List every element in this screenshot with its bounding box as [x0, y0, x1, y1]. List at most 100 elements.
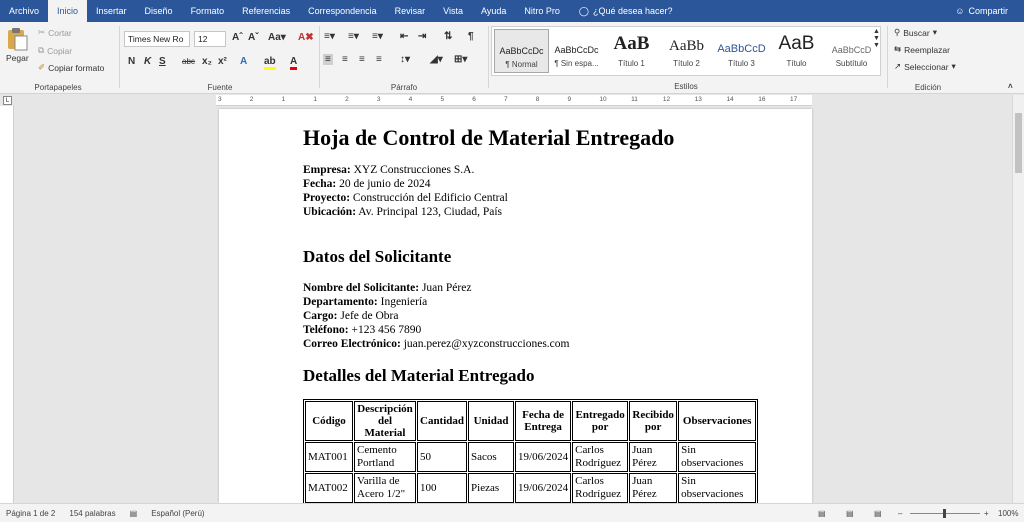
style-no-spacing[interactable]: AaBbCcDc ¶ Sin espa... — [549, 29, 604, 73]
style-preview: AaBbCcD — [717, 43, 766, 55]
tab-diseno[interactable]: Diseño — [136, 0, 182, 22]
highlight-icon[interactable]: ab — [264, 56, 276, 70]
format-painter-button[interactable]: ✐ Copiar formato — [38, 62, 104, 73]
info-value: Construcción del Edificio Central — [352, 192, 508, 204]
scissors-icon: ✂ — [38, 27, 46, 37]
bullets-icon[interactable]: ≡▾ — [324, 31, 335, 42]
page-count[interactable]: Página 1 de 2 — [6, 509, 55, 518]
align-right-icon[interactable]: ≡ — [359, 54, 365, 65]
tell-me-box[interactable]: ◯ ¿Qué desea hacer? — [579, 0, 673, 22]
tab-inicio[interactable]: Inicio — [48, 0, 88, 22]
change-case-icon[interactable]: Aa▾ — [268, 32, 286, 43]
underline-icon[interactable]: S — [159, 56, 166, 67]
requester-line: Teléfono: +123 456 7890 — [303, 324, 421, 336]
style-heading-1[interactable]: AaB Título 1 — [604, 29, 659, 73]
font-size-select[interactable]: 12 — [194, 31, 226, 47]
tab-selector[interactable]: L — [3, 96, 12, 105]
tab-archivo[interactable]: Archivo — [0, 0, 48, 22]
info-value: 20 de junio de 2024 — [339, 178, 431, 190]
sort-icon[interactable]: ⇅ — [444, 31, 452, 42]
increase-indent-icon[interactable]: ⇥ — [418, 31, 426, 42]
numbering-icon[interactable]: ≡▾ — [348, 31, 359, 42]
justify-icon[interactable]: ≡ — [376, 54, 382, 65]
styles-gallery: AaBbCcDc ¶ Normal AaBbCcDc ¶ Sin espa...… — [491, 26, 881, 76]
scrollbar-thumb[interactable] — [1015, 113, 1022, 173]
decrease-indent-icon[interactable]: ⇤ — [400, 31, 408, 42]
bold-icon[interactable]: N — [128, 56, 135, 67]
style-normal[interactable]: AaBbCcDc ¶ Normal — [494, 29, 549, 73]
style-name: Título 1 — [618, 59, 645, 68]
editing-group-label: Edición — [914, 83, 942, 92]
style-preview: AaB — [613, 33, 650, 54]
align-center-icon[interactable]: ≡ — [342, 54, 348, 65]
share-button[interactable]: ☺ Compartir — [955, 0, 1008, 22]
horizontal-ruler[interactable]: 3 2 1 1 2 3 4 5 6 7 8 9 10 11 12 13 14 16 17 — [216, 95, 812, 106]
vertical-ruler[interactable] — [0, 106, 14, 503]
multilevel-list-icon[interactable]: ≡▾ — [372, 31, 383, 42]
cut-button[interactable]: ✂ Cortar — [38, 27, 72, 38]
web-layout-icon[interactable]: ▤ — [874, 509, 882, 518]
tab-ayuda[interactable]: Ayuda — [472, 0, 515, 22]
language-indicator[interactable]: Español (Perú) — [151, 509, 204, 518]
superscript-icon[interactable]: x² — [218, 56, 227, 67]
pilcrow-icon[interactable]: ¶ — [468, 31, 474, 42]
zoom-out-icon[interactable]: – — [898, 509, 902, 518]
align-left-icon[interactable]: ≡ — [323, 54, 333, 65]
column-header: Cantidad — [417, 401, 468, 441]
tab-insertar[interactable]: Insertar — [87, 0, 136, 22]
zoom-slider-thumb[interactable] — [943, 509, 946, 518]
requester-value: Jefe de Obra — [340, 310, 399, 322]
grow-font-icon[interactable]: Aˆ — [232, 32, 243, 43]
ruler-tick-label: 2 — [249, 96, 254, 103]
style-preview: AaBb — [669, 38, 704, 54]
select-button[interactable]: ↗ Seleccionar ▾ — [894, 61, 956, 72]
vertical-scrollbar[interactable] — [1012, 95, 1024, 503]
replace-button[interactable]: ⇆ Reemplazar — [894, 44, 950, 55]
style-heading-2[interactable]: AaBb Título 2 — [659, 29, 714, 73]
style-title[interactable]: AaB Título — [769, 29, 824, 73]
read-mode-icon[interactable]: ▤ — [818, 509, 826, 518]
tab-formato[interactable]: Formato — [182, 0, 234, 22]
paragraph-group: ≡▾ ≡▾ ≡▾ ⇤ ⇥ ⇅ ¶ ≡ ≡ ≡ ≡ ↕▾ ◢▾ ⊞▾ Párraf… — [320, 22, 488, 94]
gallery-more-icon[interactable]: ▲ ▼ ▼ — [873, 28, 880, 49]
copy-button[interactable]: ⧉ Copiar — [38, 45, 72, 56]
style-subtitle[interactable]: AaBbCcD Subtítulo — [824, 29, 879, 73]
font-color-icon[interactable]: A — [290, 56, 298, 70]
ruler-tick-label: 16 — [758, 96, 766, 103]
proofing-icon[interactable]: ▤ — [130, 509, 138, 518]
clear-format-icon[interactable]: A✖ — [298, 32, 314, 43]
line-spacing-icon[interactable]: ↕▾ — [400, 54, 410, 65]
subscript-icon[interactable]: x₂ — [202, 56, 212, 67]
borders-icon[interactable]: ⊞▾ — [454, 54, 467, 65]
shading-icon[interactable]: ◢▾ — [430, 54, 443, 65]
zoom-in-icon[interactable]: + — [984, 509, 989, 518]
text-effects-icon[interactable]: A — [240, 56, 247, 67]
collapse-ribbon-icon[interactable]: ˄ — [1008, 82, 1013, 91]
tab-revisar[interactable]: Revisar — [386, 0, 435, 22]
tab-referencias[interactable]: Referencias — [233, 0, 299, 22]
style-heading-3[interactable]: AaBbCcD Título 3 — [714, 29, 769, 73]
tab-nitro-pro[interactable]: Nitro Pro — [515, 0, 569, 22]
ribbon: Pegar ✂ Cortar ⧉ Copiar ✐ Copiar formato Po… — [0, 22, 1024, 94]
tab-correspondencia[interactable]: Correspondencia — [299, 0, 386, 22]
table-cell: Piezas — [468, 473, 515, 503]
requester-value: Ingeniería — [380, 296, 428, 308]
find-button[interactable]: ⚲ Buscar ▾ — [894, 27, 937, 38]
strikethrough-icon[interactable]: abc — [182, 57, 195, 66]
cursor-icon: ↗ — [894, 61, 902, 71]
print-layout-icon[interactable]: ▤ — [846, 509, 854, 518]
word-count[interactable]: 154 palabras — [69, 509, 115, 518]
ruler-tick-label: 3 — [218, 96, 222, 103]
shrink-font-icon[interactable]: Aˇ — [248, 32, 259, 43]
font-family-select[interactable]: Times New Ro — [124, 31, 190, 47]
share-label: Compartir — [968, 6, 1008, 16]
requester-label: Teléfono: — [303, 324, 349, 336]
zoom-level[interactable]: 100% — [998, 509, 1018, 518]
tab-vista[interactable]: Vista — [434, 0, 472, 22]
table-cell: Sin observaciones — [678, 473, 757, 503]
italic-icon[interactable]: K — [144, 56, 151, 67]
copy-label: Copiar — [47, 45, 73, 56]
paste-button[interactable]: Pegar — [6, 27, 29, 63]
column-header: Entregado por — [572, 401, 629, 441]
document-page[interactable]: Hoja de Control de Material Entregado Em… — [219, 109, 812, 503]
